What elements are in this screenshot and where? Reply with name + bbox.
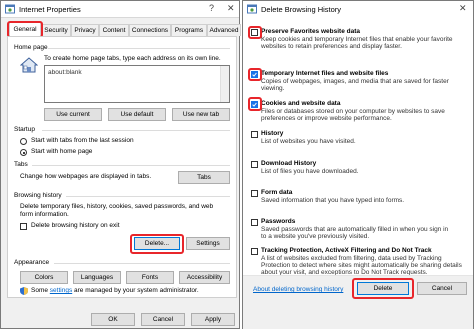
home-page-divider xyxy=(48,48,230,49)
appearance-divider xyxy=(54,263,230,264)
tabs-button[interactable]: Tabs xyxy=(178,171,230,184)
checkbox-highlight xyxy=(248,97,262,111)
radio-last-session-label: Start with tabs from the last session xyxy=(31,137,134,144)
dialog-footer: About deleting browsing history Delete C… xyxy=(243,276,473,329)
close-button[interactable]: ✕ xyxy=(227,2,235,14)
internet-properties-icon xyxy=(5,4,15,14)
delete-button-highlight xyxy=(130,234,184,254)
tab-programs[interactable]: Programs xyxy=(171,24,207,36)
admin-settings-link[interactable]: settings xyxy=(50,287,72,294)
internet-properties-window: Internet Properties ? ✕ General Security… xyxy=(0,0,241,329)
option-description: viewing. xyxy=(261,85,285,92)
option-description: Saved passwords that are automatically f… xyxy=(261,226,449,233)
tab-content[interactable]: Content xyxy=(99,24,129,36)
tabs-divider xyxy=(32,165,230,166)
option-checkbox[interactable] xyxy=(251,190,258,197)
radio-home-page-label: Start with home page xyxy=(31,148,93,155)
option-checkbox[interactable] xyxy=(251,248,258,255)
option-title: Passwords xyxy=(261,218,296,225)
use-current-button[interactable]: Use current xyxy=(44,108,102,121)
browsing-history-heading: Browsing history xyxy=(14,192,62,199)
cancel-button[interactable]: Cancel xyxy=(141,313,185,326)
dialog-close-button[interactable]: ✕ xyxy=(459,2,467,14)
delete-browsing-history-dialog: Delete Browsing History ✕ Preserve Favor… xyxy=(242,0,474,329)
colors-button[interactable]: Colors xyxy=(20,271,68,284)
fonts-button[interactable]: Fonts xyxy=(126,271,174,284)
option-title: Cookies and website data xyxy=(261,100,341,107)
checkbox-highlight xyxy=(248,26,262,39)
startup-heading: Startup xyxy=(14,126,35,133)
radio-last-session[interactable] xyxy=(20,138,27,145)
tabs-description: Change how webpages are displayed in tab… xyxy=(20,173,152,180)
option-description: A list of websites excluded from filteri… xyxy=(261,255,442,262)
home-page-heading: Home page xyxy=(14,44,48,51)
dialog-delete-highlight xyxy=(352,278,414,299)
delete-on-exit-label: Delete browsing history on exit xyxy=(31,222,120,229)
delete-on-exit-checkbox[interactable] xyxy=(20,223,27,230)
option-description: Files or databases stored on your comput… xyxy=(261,108,445,115)
option-description: Saved information that you have typed in… xyxy=(261,197,405,204)
option-checkbox[interactable] xyxy=(251,219,258,226)
ok-button[interactable]: OK xyxy=(91,313,135,326)
tab-advanced[interactable]: Advanced xyxy=(207,24,241,36)
help-button[interactable]: ? xyxy=(209,2,214,14)
option-description: List of files you have downloaded. xyxy=(261,168,359,175)
admin-note-suffix: are managed by your system administrator… xyxy=(72,287,199,294)
option-description: Protection to detect where sites might a… xyxy=(261,262,462,269)
browsing-history-description-2: form information. xyxy=(20,211,69,218)
option-description: preferences or improve website performan… xyxy=(261,115,392,122)
browsing-history-divider xyxy=(66,196,230,197)
option-checkbox[interactable] xyxy=(251,161,258,168)
home-page-description: To create home page tabs, type each addr… xyxy=(44,55,221,62)
window-title: Internet Properties xyxy=(19,5,81,14)
admin-note: Some settings are managed by your system… xyxy=(31,287,199,294)
about-deleting-link[interactable]: About deleting browsing history xyxy=(253,286,343,293)
option-title: Tracking Protection, ActiveX Filtering a… xyxy=(261,247,432,254)
option-title: Preserve Favorites website data xyxy=(261,28,360,35)
browsing-history-description-1: Delete temporary files, history, cookies… xyxy=(20,203,214,210)
use-new-tab-button[interactable]: Use new tab xyxy=(172,108,230,121)
apply-button[interactable]: Apply xyxy=(191,313,235,326)
appearance-heading: Appearance xyxy=(14,259,50,266)
radio-home-page[interactable] xyxy=(20,149,27,156)
home-page-url-text: about:blank xyxy=(48,69,82,76)
accessibility-button[interactable]: Accessibility xyxy=(179,271,230,284)
tab-security[interactable]: Security xyxy=(41,24,71,36)
shield-icon xyxy=(20,287,28,297)
dialog-cancel-button[interactable]: Cancel xyxy=(417,282,467,295)
option-description: List of websites you have visited. xyxy=(261,138,356,145)
dialog-title: Delete Browsing History xyxy=(261,5,342,14)
option-title: Temporary Internet files and website fil… xyxy=(261,70,389,77)
general-panel: Home page To create home page tabs, type… xyxy=(7,36,237,298)
tab-connections[interactable]: Connections xyxy=(129,24,171,36)
dialog-title-bar: Delete Browsing History ✕ xyxy=(243,1,473,17)
option-title: History xyxy=(261,130,284,137)
dialog-app-icon xyxy=(247,4,257,14)
option-title: Download History xyxy=(261,160,317,167)
home-page-url-field[interactable]: about:blank xyxy=(44,65,230,103)
tabs-heading: Tabs xyxy=(14,161,28,168)
checkbox-highlight xyxy=(248,68,262,81)
option-description: Copies of webpages, images, and media th… xyxy=(261,78,449,85)
option-title: Form data xyxy=(261,189,293,196)
admin-note-prefix: Some xyxy=(31,287,50,294)
startup-divider xyxy=(42,130,230,131)
title-bar: Internet Properties ? ✕ xyxy=(1,1,239,18)
url-field-scrollbar[interactable] xyxy=(220,66,229,102)
option-checkbox[interactable] xyxy=(251,131,258,138)
tab-privacy[interactable]: Privacy xyxy=(71,24,99,36)
use-default-button[interactable]: Use default xyxy=(108,108,166,121)
house-icon xyxy=(19,57,39,75)
option-description: Keep cookies and temporary Internet file… xyxy=(261,36,453,43)
settings-button[interactable]: Settings xyxy=(186,237,230,250)
option-description: to a website you've previously visited. xyxy=(261,233,370,240)
languages-button[interactable]: Languages xyxy=(73,271,121,284)
option-description: websites to retain preferences and displ… xyxy=(261,43,402,50)
